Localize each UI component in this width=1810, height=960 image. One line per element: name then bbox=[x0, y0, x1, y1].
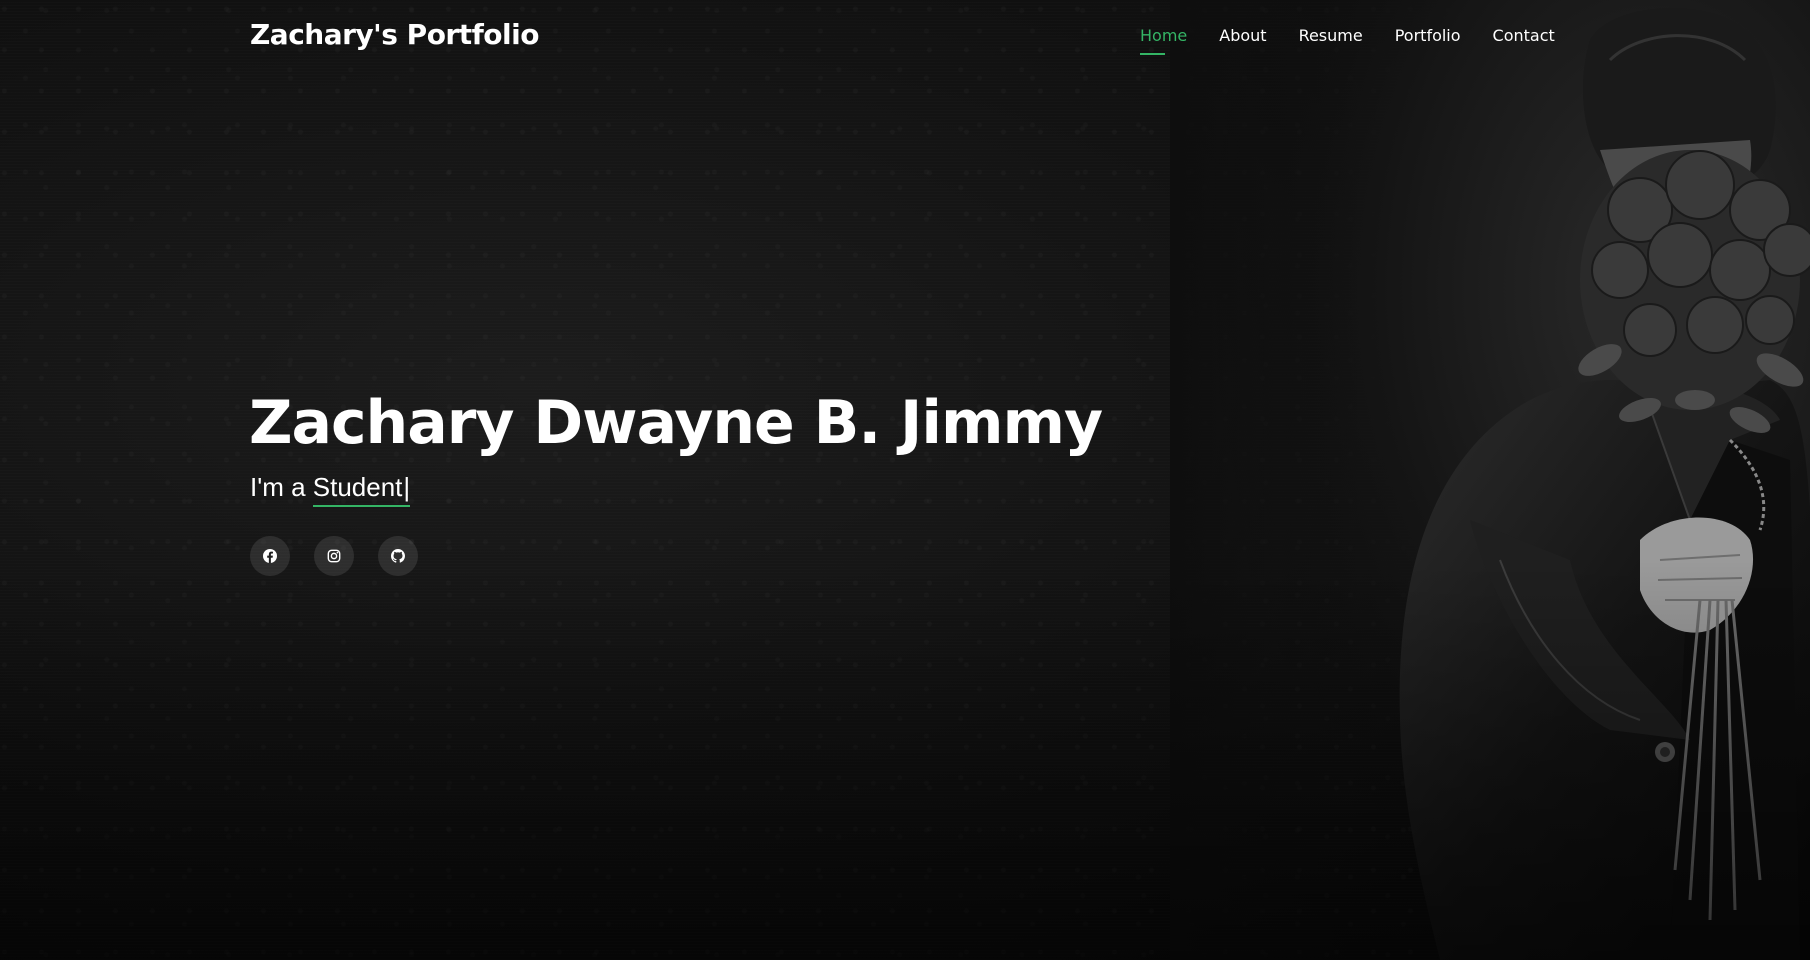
typed-role-text: Student bbox=[312, 472, 403, 502]
subtitle-prefix: I'm a bbox=[250, 472, 313, 502]
typed-cursor: | bbox=[403, 472, 411, 502]
main-nav: Home About Resume Portfolio Contact bbox=[1140, 26, 1587, 55]
nav-contact[interactable]: Contact bbox=[1493, 26, 1555, 55]
hero-subtitle: I'm a Student| bbox=[250, 472, 411, 507]
github-link[interactable] bbox=[378, 536, 418, 576]
nav-portfolio[interactable]: Portfolio bbox=[1395, 26, 1461, 55]
hero-background-photo bbox=[1170, 0, 1810, 960]
nav-resume[interactable]: Resume bbox=[1299, 26, 1363, 55]
github-icon bbox=[391, 549, 405, 563]
facebook-icon bbox=[263, 549, 277, 563]
page: Zachary's Portfolio Home About Resume Po… bbox=[0, 0, 1810, 960]
typed-role: Student| bbox=[312, 472, 411, 507]
site-logo[interactable]: Zachary's Portfolio bbox=[250, 18, 539, 51]
site-header: Zachary's Portfolio Home About Resume Po… bbox=[0, 0, 1810, 74]
hero-photo-illustration bbox=[1170, 0, 1810, 960]
nav-home[interactable]: Home bbox=[1140, 26, 1187, 55]
facebook-link[interactable] bbox=[250, 536, 290, 576]
instagram-icon bbox=[327, 549, 341, 563]
nav-about[interactable]: About bbox=[1219, 26, 1266, 55]
instagram-link[interactable] bbox=[314, 536, 354, 576]
social-links bbox=[250, 536, 442, 576]
hero-name: Zachary Dwayne B. Jimmy bbox=[249, 388, 1103, 458]
